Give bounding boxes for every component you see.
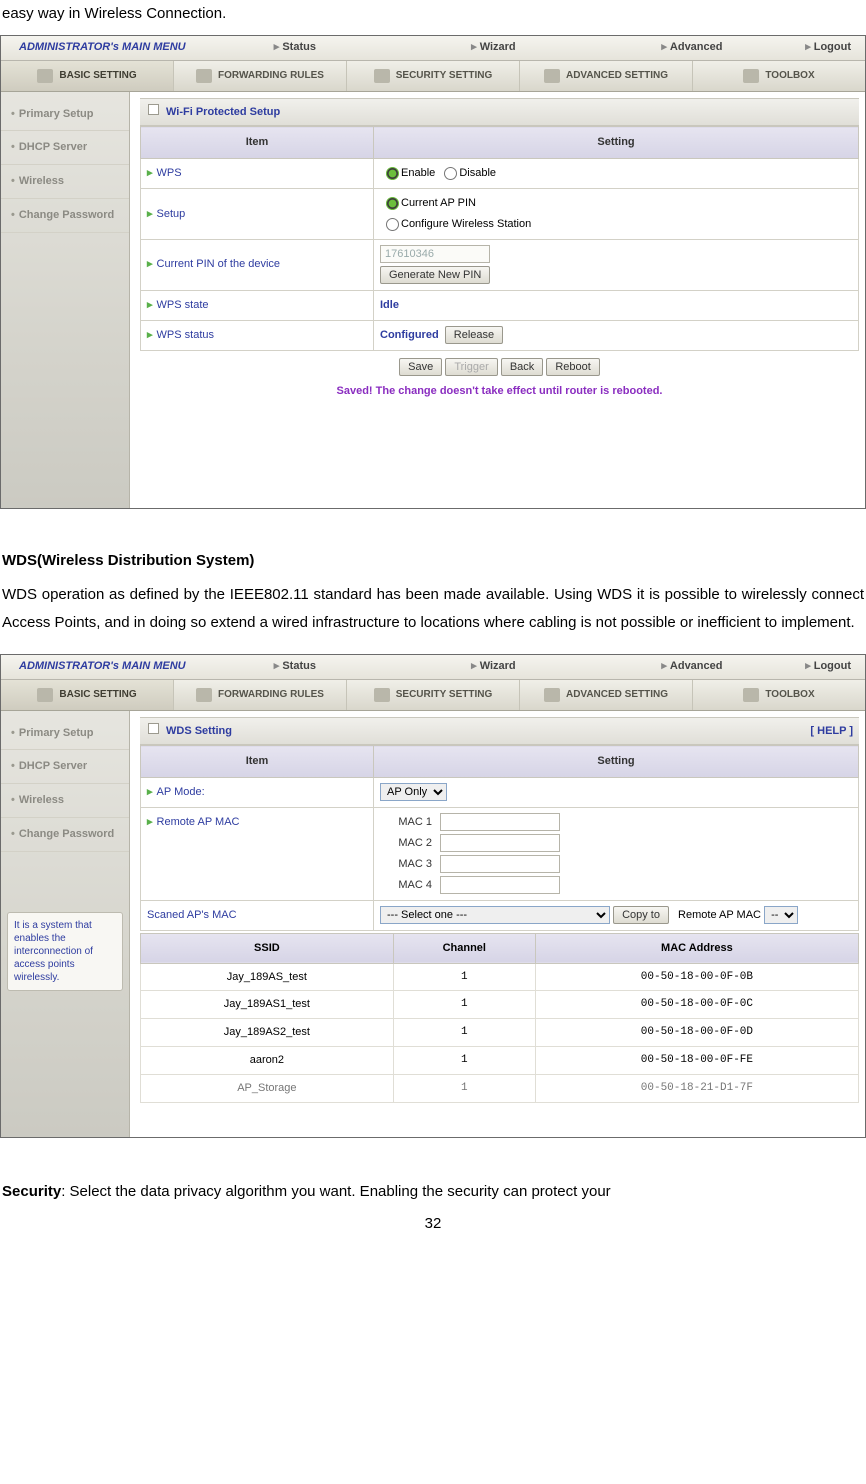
tab-toolbox-2[interactable]: TOOLBOX: [693, 680, 865, 710]
sidebar-item-dhcp-2[interactable]: •DHCP Server: [1, 750, 129, 784]
nav-status-2[interactable]: ▸Status: [196, 656, 395, 677]
table-row: Jay_189AS1_test100-50-18-00-0F-0C: [141, 991, 859, 1019]
arrows-icon: [196, 69, 212, 83]
remote-mac-slot-select[interactable]: --: [764, 906, 798, 924]
save-button[interactable]: Save: [399, 358, 442, 376]
nav-advanced[interactable]: ▸Advanced: [593, 37, 792, 58]
panel-title-wds: WDS Setting[ HELP ]: [140, 717, 859, 746]
shield-icon: [374, 688, 390, 702]
row-setup-label: ▸Setup: [141, 189, 374, 240]
th-item: Item: [141, 127, 374, 159]
sidebar-2: •Primary Setup •DHCP Server •Wireless •C…: [1, 711, 130, 1137]
wds-table: ItemSetting ▸AP Mode: AP Only ▸Remote AP…: [140, 745, 859, 930]
square-icon: [148, 104, 159, 115]
table-row: aaron2100-50-18-00-0F-FE: [141, 1047, 859, 1075]
top-menu-bar: ADMINISTRATOR's MAIN MENU ▸Status ▸Wizar…: [1, 36, 865, 61]
sidebar-item-primary[interactable]: •Primary Setup: [1, 98, 129, 132]
help-link[interactable]: [ HELP ]: [810, 721, 853, 742]
top-menu-bar-2: ADMINISTRATOR's MAIN MENU ▸Status ▸Wizar…: [1, 655, 865, 680]
square-icon: [148, 723, 159, 734]
tab-basic-setting-2[interactable]: BASIC SETTING: [1, 680, 174, 710]
pin-input: [380, 245, 490, 263]
tab-security-setting[interactable]: SECURITY SETTING: [347, 61, 520, 91]
trigger-button[interactable]: Trigger: [445, 358, 497, 376]
shield-icon: [374, 69, 390, 83]
table-row: Jay_189AS_test100-50-18-00-0F-0B: [141, 963, 859, 991]
row-ap-mode-label: ▸AP Mode:: [141, 778, 374, 808]
tab-forwarding-rules[interactable]: FORWARDING RULES: [174, 61, 347, 91]
sidebar: •Primary Setup •DHCP Server •Wireless •C…: [1, 92, 130, 508]
nav-logout-2[interactable]: ▸Logout: [791, 656, 865, 677]
setup-configure-station-radio[interactable]: [386, 218, 399, 231]
mac2-input[interactable]: [440, 834, 560, 852]
sub-toolbar: BASIC SETTING FORWARDING RULES SECURITY …: [1, 61, 865, 92]
tab-basic-setting[interactable]: BASIC SETTING: [1, 61, 174, 91]
page-number: 32: [0, 1210, 866, 1239]
row-wps-label: ▸WPS: [141, 159, 374, 189]
row-scanned-mac-label: Scaned AP's MAC: [141, 900, 374, 930]
toolbox-icon: [743, 688, 759, 702]
table-row: Jay_189AS2_test100-50-18-00-0F-0D: [141, 1019, 859, 1047]
help-tooltip: It is a system that enables the intercon…: [7, 912, 123, 991]
tab-advanced-setting[interactable]: ADVANCED SETTING: [520, 61, 693, 91]
sidebar-item-wireless[interactable]: •Wireless: [1, 165, 129, 199]
tab-security-setting-2[interactable]: SECURITY SETTING: [347, 680, 520, 710]
nav-logout[interactable]: ▸Logout: [791, 37, 865, 58]
sidebar-item-primary-2[interactable]: •Primary Setup: [1, 717, 129, 751]
tab-advanced-setting-2[interactable]: ADVANCED SETTING: [520, 680, 693, 710]
wps-status-value: Configured: [380, 329, 439, 341]
sidebar-item-change-password-2[interactable]: •Change Password: [1, 818, 129, 852]
gear-icon: [544, 69, 560, 83]
tab-forwarding-rules-2[interactable]: FORWARDING RULES: [174, 680, 347, 710]
admin-menu-title: ADMINISTRATOR's MAIN MENU: [1, 37, 196, 58]
ap-mode-select[interactable]: AP Only: [380, 783, 447, 801]
wps-enable-radio[interactable]: [386, 167, 399, 180]
notepad-icon: [37, 69, 53, 83]
sidebar-item-dhcp[interactable]: •DHCP Server: [1, 131, 129, 165]
copy-to-button[interactable]: Copy to: [613, 906, 669, 924]
toolbox-icon: [743, 69, 759, 83]
setup-current-pin-radio[interactable]: [386, 197, 399, 210]
mac3-input[interactable]: [440, 855, 560, 873]
sidebar-item-change-password[interactable]: •Change Password: [1, 199, 129, 233]
sidebar-item-wireless-2[interactable]: •Wireless: [1, 784, 129, 818]
row-wps-state-label: ▸WPS state: [141, 290, 374, 320]
wds-heading: WDS(Wireless Distribution System): [2, 549, 864, 573]
gear-icon: [544, 688, 560, 702]
wps-table: ItemSetting ▸WPS Enable Disable ▸Setup C…: [140, 126, 859, 350]
row-wps-status-label: ▸WPS status: [141, 320, 374, 350]
notepad-icon: [37, 688, 53, 702]
mac1-input[interactable]: [440, 813, 560, 831]
nav-wizard-2[interactable]: ▸Wizard: [394, 656, 593, 677]
screenshot-wds: ADMINISTRATOR's MAIN MENU ▸Status ▸Wizar…: [0, 654, 866, 1138]
row-current-pin-label: ▸Current PIN of the device: [141, 239, 374, 290]
reboot-button[interactable]: Reboot: [546, 358, 599, 376]
th-setting: Setting: [374, 127, 859, 159]
back-button[interactable]: Back: [501, 358, 543, 376]
scan-results-table: SSID Channel MAC Address Jay_189AS_test1…: [140, 933, 859, 1103]
saved-message: Saved! The change doesn't take effect un…: [140, 379, 859, 410]
generate-pin-button[interactable]: Generate New PIN: [380, 266, 490, 284]
release-button[interactable]: Release: [445, 326, 503, 344]
nav-wizard[interactable]: ▸Wizard: [394, 37, 593, 58]
nav-advanced-2[interactable]: ▸Advanced: [593, 656, 792, 677]
panel-title-wps: Wi-Fi Protected Setup: [140, 98, 859, 127]
row-remote-mac-label: ▸Remote AP MAC: [141, 808, 374, 901]
screenshot-wps: ADMINISTRATOR's MAIN MENU ▸Status ▸Wizar…: [0, 35, 866, 509]
security-paragraph: Security: Select the data privacy algori…: [0, 1178, 866, 1207]
wps-state-value: Idle: [380, 299, 399, 311]
wps-disable-radio[interactable]: [444, 167, 457, 180]
mac4-input[interactable]: [440, 876, 560, 894]
action-bar: Save Trigger Back Reboot: [140, 351, 859, 380]
table-row: AP_Storage100-50-18-21-D1-7F: [141, 1075, 859, 1103]
arrows-icon: [196, 688, 212, 702]
intro-line: easy way in Wireless Connection.: [0, 0, 866, 29]
nav-status[interactable]: ▸Status: [196, 37, 395, 58]
wds-paragraph: WDS operation as defined by the IEEE802.…: [2, 581, 864, 638]
tab-toolbox[interactable]: TOOLBOX: [693, 61, 865, 91]
scanned-mac-select[interactable]: --- Select one ---: [380, 906, 610, 924]
